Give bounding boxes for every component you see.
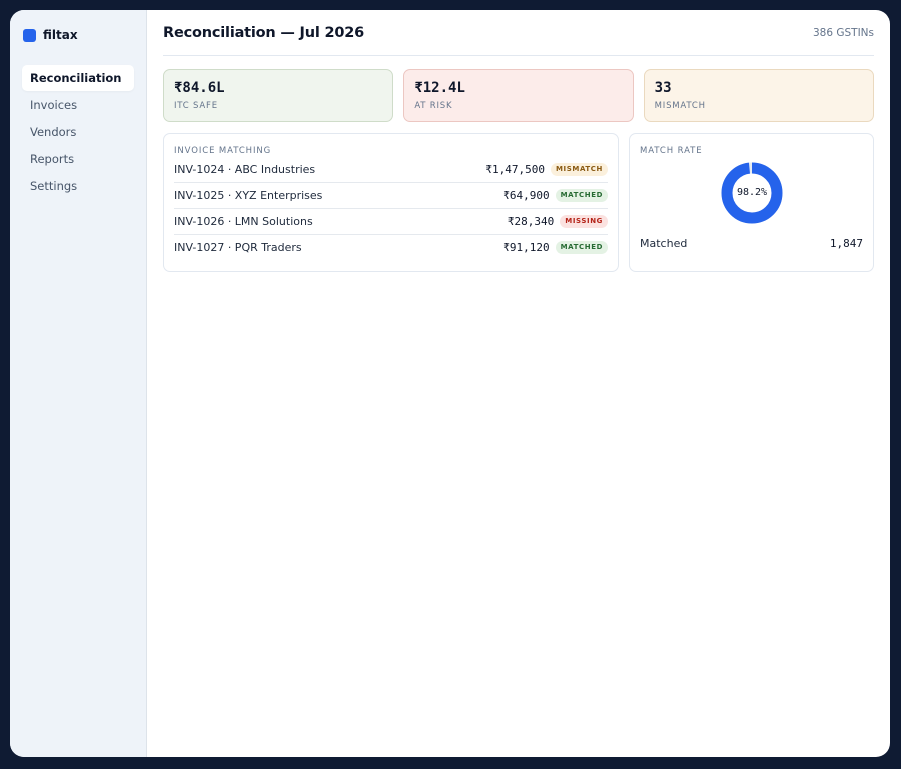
brand-name: filtax — [43, 28, 78, 42]
kpi-label: AT RISK — [414, 101, 453, 111]
kpi-card-itc-safe[interactable]: ₹84.6L ITC SAFE — [163, 69, 394, 122]
app-window: filtax Reconciliation Invoices Vendors R… — [10, 10, 890, 757]
gstin-count: 386 GSTINs — [812, 26, 874, 39]
match-rate-card: MATCH RATE 98.2% Matched 1,847 — [629, 133, 874, 272]
kpi-label: MISMATCH — [654, 101, 706, 111]
match-rate-donut: 98.2% — [720, 161, 784, 225]
sidebar-item-reconciliation[interactable]: Reconciliation — [22, 65, 134, 91]
invoice-name: INV-1024 · ABC Industries — [174, 163, 316, 176]
invoice-amount: ₹64,900 — [503, 189, 550, 202]
invoice-amount: ₹28,340 — [507, 215, 555, 228]
page-title: Reconciliation — Jul 2026 — [163, 24, 365, 41]
kpi-card-at-risk[interactable]: ₹12.4L AT RISK — [403, 69, 634, 122]
invoice-amount: ₹91,120 — [503, 241, 550, 254]
main-content: Reconciliation — Jul 2026 386 GSTINs ₹84… — [147, 10, 890, 757]
page-header: Reconciliation — Jul 2026 386 GSTINs — [163, 10, 874, 56]
sidebar-nav: Reconciliation Invoices Vendors Reports … — [22, 65, 134, 199]
status-badge: MATCHED — [555, 189, 608, 202]
matched-count-row: Matched 1,847 — [640, 237, 863, 250]
sidebar-item-vendors[interactable]: Vendors — [22, 119, 134, 145]
table-row[interactable]: INV-1026 · LMN Solutions ₹28,340 MISSING — [174, 209, 608, 235]
kpi-value: ₹12.4L — [414, 80, 465, 96]
sidebar-item-invoices[interactable]: Invoices — [22, 92, 134, 118]
table-row[interactable]: INV-1025 · XYZ Enterprises ₹64,900 MATCH… — [174, 183, 608, 209]
match-rate-percent: 98.2% — [736, 187, 768, 198]
kpi-value: 33 — [654, 80, 672, 96]
status-badge: MATCHED — [555, 241, 608, 254]
kpi-row: ₹84.6L ITC SAFE ₹12.4L AT RISK 33 MISMAT… — [163, 69, 874, 122]
kpi-card-mismatch[interactable]: 33 MISMATCH — [643, 69, 874, 122]
kpi-label: ITC SAFE — [174, 101, 218, 111]
detail-row: INVOICE MATCHING INV-1024 · ABC Industri… — [163, 133, 874, 272]
status-badge: MISMATCH — [550, 163, 608, 176]
sidebar-item-reports[interactable]: Reports — [22, 146, 134, 172]
matched-value: 1,847 — [829, 237, 863, 250]
invoice-name: INV-1026 · LMN Solutions — [174, 215, 313, 228]
brand: filtax — [23, 26, 134, 44]
card-title: MATCH RATE — [640, 146, 703, 156]
card-title: INVOICE MATCHING — [174, 146, 272, 156]
logo-icon — [23, 28, 36, 42]
matched-label: Matched — [640, 237, 688, 250]
sidebar: filtax Reconciliation Invoices Vendors R… — [10, 10, 147, 757]
table-row[interactable]: INV-1027 · PQR Traders ₹91,120 MATCHED — [174, 235, 608, 260]
status-badge: MISSING — [560, 215, 608, 228]
invoice-name: INV-1027 · PQR Traders — [174, 241, 302, 254]
invoice-matching-card: INVOICE MATCHING INV-1024 · ABC Industri… — [163, 133, 619, 272]
kpi-value: ₹84.6L — [174, 80, 225, 96]
invoice-name: INV-1025 · XYZ Enterprises — [174, 189, 323, 202]
sidebar-item-settings[interactable]: Settings — [22, 173, 134, 199]
table-row[interactable]: INV-1024 · ABC Industries ₹1,47,500 MISM… — [174, 157, 608, 183]
invoice-amount: ₹1,47,500 — [485, 163, 545, 176]
